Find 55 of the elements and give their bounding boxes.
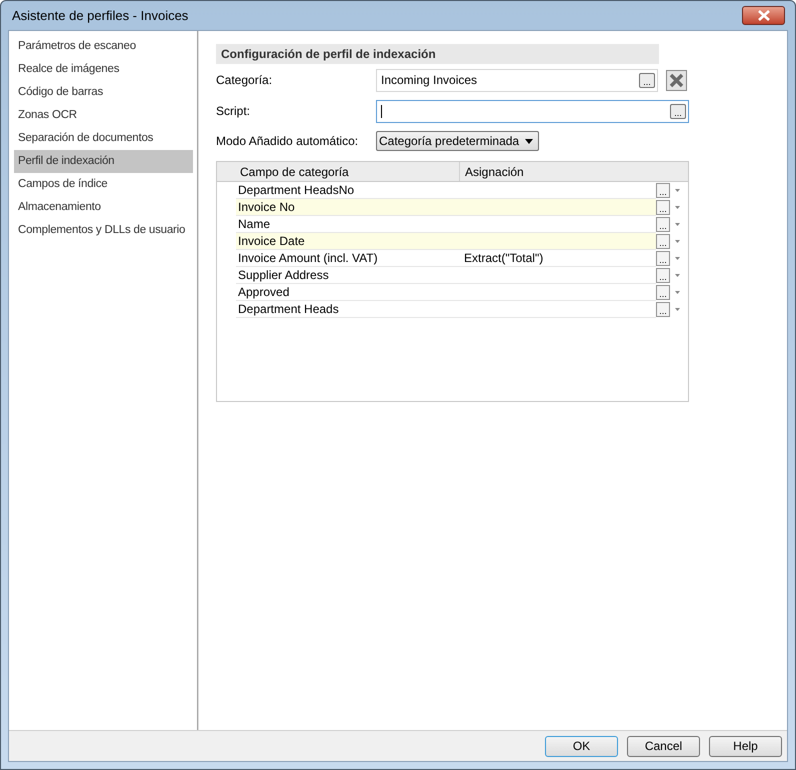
browse-button[interactable]: ... — [656, 302, 670, 317]
clear-icon — [669, 72, 684, 88]
table-cell: Invoice Date — [236, 233, 460, 250]
close-button[interactable] — [742, 6, 785, 25]
dialog-button[interactable]: OK — [545, 736, 618, 756]
mode-dropdown[interactable]: Categoría predeterminada — [376, 131, 540, 151]
table-cell: Approved — [236, 284, 460, 301]
table-cell: Department HeadsNo — [236, 182, 460, 199]
category-field[interactable]: Incoming Invoices ... — [376, 68, 658, 92]
caret-icon[interactable] — [675, 189, 680, 192]
browse-button[interactable]: ... — [656, 251, 670, 266]
caret-icon[interactable] — [675, 257, 680, 260]
dialog-button[interactable]: Help — [709, 736, 782, 756]
caret-icon[interactable] — [675, 206, 680, 209]
table-cell: Department Heads — [236, 301, 460, 318]
caret-icon[interactable] — [675, 274, 680, 277]
field-label: Modo Añadido automático: — [216, 133, 360, 150]
sidebar-item[interactable]: Código de barras — [14, 81, 193, 104]
browse-button[interactable]: ... — [656, 268, 670, 283]
browse-button[interactable]: ... — [639, 72, 655, 88]
browse-button[interactable]: ... — [656, 285, 670, 300]
sidebar-item[interactable]: Zonas OCR — [14, 104, 193, 127]
browse-button[interactable]: ... — [656, 234, 670, 249]
caret-icon — [525, 138, 534, 144]
close-icon — [756, 10, 770, 21]
browse-button[interactable]: ... — [670, 104, 686, 118]
column-header[interactable]: Campo de categoría — [238, 162, 460, 181]
browse-button[interactable]: ... — [656, 200, 670, 215]
window-title: Asistente de perfiles - Invoices — [12, 6, 188, 25]
sidebar-item[interactable]: Complementos y DLLs de usuario — [14, 219, 193, 242]
table-cell: Invoice Amount (incl. VAT) — [236, 250, 460, 267]
sidebar-item[interactable]: Parámetros de escaneo — [14, 35, 193, 58]
caret-icon[interactable] — [675, 223, 680, 226]
section-header: Configuración de perfil de indexación — [216, 44, 659, 64]
clear-button[interactable] — [666, 70, 687, 90]
caret-icon[interactable] — [675, 291, 680, 294]
table-cell: Extract("Total") — [460, 250, 656, 267]
caret-icon[interactable] — [675, 240, 680, 243]
text-cursor — [381, 104, 382, 118]
field-value: Incoming Invoices — [381, 72, 478, 89]
sidebar-item[interactable]: Perfil de indexación — [14, 150, 193, 173]
sidebar-item[interactable]: Campos de índice — [14, 173, 193, 196]
browse-button[interactable]: ... — [656, 217, 670, 232]
sidebar-item[interactable]: Realce de imágenes — [14, 58, 193, 81]
caret-icon[interactable] — [675, 308, 680, 311]
script-field[interactable]: ... — [376, 100, 689, 122]
browse-button[interactable]: ... — [656, 183, 670, 198]
field-label: Script: — [216, 103, 252, 120]
sidebar-item[interactable]: Separación de documentos — [14, 127, 193, 150]
field-label: Categoría: — [216, 72, 274, 89]
column-header[interactable]: Asignación — [460, 162, 524, 181]
table-cell: Supplier Address — [236, 267, 460, 284]
table-cell: Invoice No — [236, 199, 460, 216]
sidebar-item[interactable]: Almacenamiento — [14, 196, 193, 219]
dialog-button[interactable]: Cancel — [627, 736, 700, 756]
